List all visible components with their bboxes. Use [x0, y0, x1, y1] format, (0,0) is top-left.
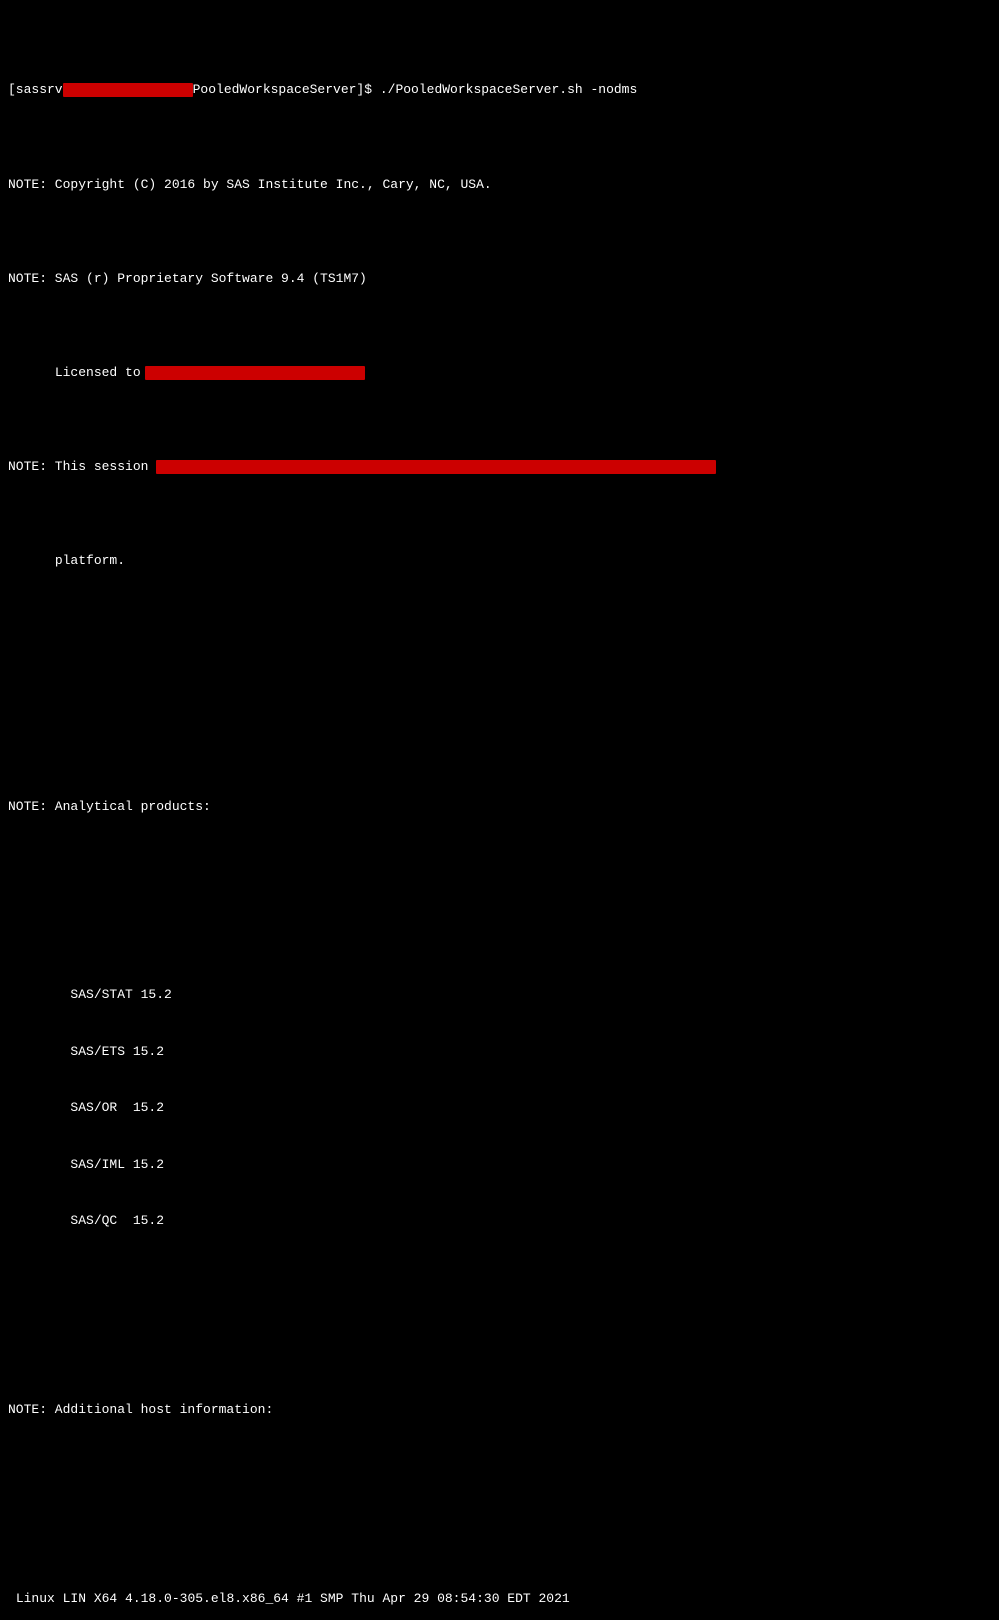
- blank-line: [8, 892, 991, 911]
- redact-hostname: [63, 83, 193, 97]
- line-copyright: NOTE: Copyright (C) 2016 by SAS Institut…: [8, 176, 991, 195]
- line-session1: NOTE: This session: [8, 458, 991, 477]
- line-additional: NOTE: Additional host information:: [8, 1401, 991, 1420]
- line-sasiml: SAS/IML 15.2: [8, 1156, 991, 1175]
- line-sasstat: SAS/STAT 15.2: [8, 986, 991, 1005]
- line-sasqc: SAS/QC 15.2: [8, 1212, 991, 1231]
- line-analytical: NOTE: Analytical products:: [8, 798, 991, 817]
- blank-line: [8, 703, 991, 722]
- redact-session: [156, 460, 716, 474]
- line-licensed: Licensed to: [8, 364, 991, 383]
- blank-line: [8, 647, 991, 666]
- line-sas-version: NOTE: SAS (r) Proprietary Software 9.4 (…: [8, 270, 991, 289]
- command-line: [sassrvPooledWorkspaceServer]$ ./PooledW…: [8, 81, 991, 100]
- terminal-window: [sassrvPooledWorkspaceServer]$ ./PooledW…: [0, 0, 999, 1620]
- blank-line: [8, 1307, 991, 1326]
- line-sasets: SAS/ETS 15.2: [8, 1043, 991, 1062]
- line-sasor: SAS/OR 15.2: [8, 1099, 991, 1118]
- blank-line: [8, 1495, 991, 1514]
- line-linux-info: Linux LIN X64 4.18.0-305.el8.x86_64 #1 S…: [8, 1590, 991, 1609]
- line-session2: platform.: [8, 552, 991, 571]
- redact-license: [145, 366, 365, 380]
